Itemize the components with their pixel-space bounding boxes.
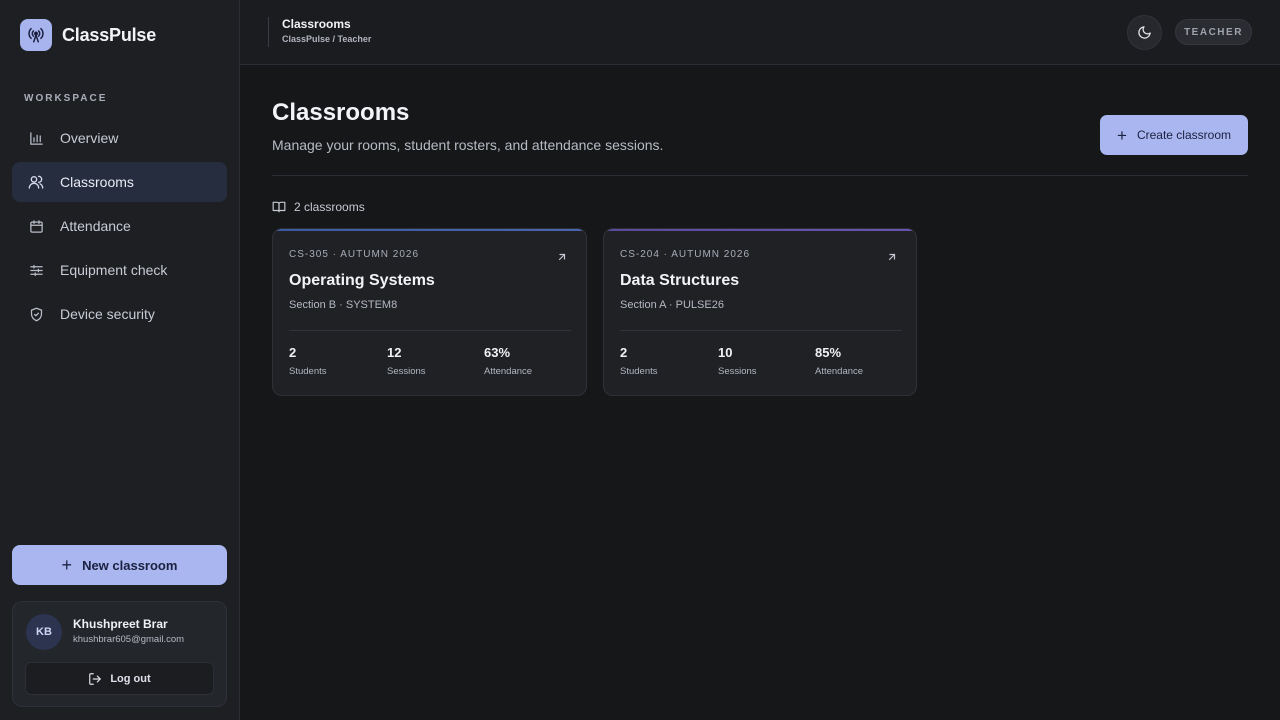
card-course-code: CS-305 · AUTUMN 2026 <box>289 249 420 260</box>
sidebar-item-attendance[interactable]: Attendance <box>12 206 227 246</box>
sidebar-item-label: Attendance <box>60 218 131 234</box>
stat-value: 10 <box>718 345 733 360</box>
create-classroom-label: Create classroom <box>1136 128 1231 142</box>
topbar: Classrooms ClassPulse / Teacher TEACHER <box>240 0 1280 65</box>
stat-students: 2 Students <box>620 345 658 377</box>
card-accent <box>273 229 586 231</box>
user-card: KB Khushpreet Brar khushbrar605@gmail.co… <box>12 601 227 707</box>
brand[interactable]: ClassPulse <box>20 19 156 51</box>
user-email: khushbrar605@gmail.com <box>73 634 185 645</box>
stat-value: 85% <box>815 345 842 360</box>
breadcrumb: Classrooms ClassPulse / Teacher <box>268 17 371 47</box>
stat-label: Sessions <box>718 366 757 377</box>
sidebar-item-label: Overview <box>60 130 119 146</box>
plus-icon: + <box>1117 125 1127 145</box>
classroom-count: 2 classrooms <box>272 200 365 214</box>
stat-attendance: 63% Attendance <box>484 345 532 377</box>
sliders-icon <box>28 262 44 278</box>
avatar: KB <box>26 614 62 650</box>
card-title: Data Structures <box>620 272 740 289</box>
logout-label: Log out <box>110 672 151 685</box>
card-section: Section B · SYSTEM8 <box>289 299 398 311</box>
logout-icon <box>88 672 102 686</box>
topbar-title: Classrooms <box>282 17 351 31</box>
sidebar-nav: Overview Classrooms Attendance Equipment… <box>12 118 227 338</box>
users-icon <box>28 174 44 190</box>
divider <box>272 175 1248 176</box>
sidebar-item-label: Equipment check <box>60 262 168 278</box>
stat-attendance: 85% Attendance <box>815 345 863 377</box>
stat-label: Students <box>620 366 658 377</box>
broadcast-icon <box>20 19 52 51</box>
card-divider <box>620 330 902 331</box>
logout-button[interactable]: Log out <box>25 662 214 695</box>
classroom-count-label: 2 classrooms <box>294 200 365 214</box>
stat-value: 2 <box>289 345 297 360</box>
sidebar-item-classrooms[interactable]: Classrooms <box>12 162 227 202</box>
stat-value: 63% <box>484 345 511 360</box>
card-title: Operating Systems <box>289 272 435 289</box>
card-course-code: CS-204 · AUTUMN 2026 <box>620 249 751 260</box>
card-divider <box>289 330 571 331</box>
sidebar-item-label: Device security <box>60 306 155 322</box>
section-label: WORKSPACE <box>24 93 108 104</box>
sidebar-item-equipment-check[interactable]: Equipment check <box>12 250 227 290</box>
classroom-card-operating-systems[interactable]: CS-305 · AUTUMN 2026 Operating Systems S… <box>272 228 587 396</box>
create-classroom-button[interactable]: + Create classroom <box>1100 115 1248 155</box>
role-badge: TEACHER <box>1175 19 1252 45</box>
classroom-card-data-structures[interactable]: CS-204 · AUTUMN 2026 Data Structures Sec… <box>603 228 917 396</box>
calendar-icon <box>28 218 44 234</box>
stat-sessions: 12 Sessions <box>387 345 426 377</box>
stat-label: Sessions <box>387 366 426 377</box>
sidebar: ClassPulse WORKSPACE Overview Classrooms <box>0 0 240 720</box>
stat-label: Attendance <box>484 366 533 377</box>
plus-icon: + <box>61 555 73 575</box>
arrow-up-right-icon[interactable] <box>556 251 568 263</box>
stat-students: 2 Students <box>289 345 327 377</box>
brand-name: ClassPulse <box>62 24 157 45</box>
user-name: Khushpreet Brar <box>73 617 168 631</box>
page-title: Classrooms <box>272 99 410 126</box>
breadcrumb-path: ClassPulse / Teacher <box>282 34 372 44</box>
stat-value: 12 <box>387 345 402 360</box>
arrow-up-right-icon[interactable] <box>886 251 898 263</box>
stat-value: 2 <box>620 345 628 360</box>
moon-icon <box>1137 25 1152 40</box>
new-classroom-button[interactable]: + New classroom <box>12 545 227 585</box>
book-open-icon <box>272 200 286 214</box>
sidebar-item-overview[interactable]: Overview <box>12 118 227 158</box>
sidebar-item-label: Classrooms <box>60 174 134 190</box>
stat-label: Students <box>289 366 327 377</box>
stat-sessions: 10 Sessions <box>718 345 757 377</box>
card-section: Section A · PULSE26 <box>620 299 724 311</box>
sidebar-item-device-security[interactable]: Device security <box>12 294 227 334</box>
theme-toggle-button[interactable] <box>1127 15 1162 50</box>
bar-chart-icon <box>28 130 44 146</box>
card-accent <box>604 229 916 231</box>
page-subtitle: Manage your rooms, student rosters, and … <box>272 137 664 153</box>
shield-icon <box>28 306 44 322</box>
stat-label: Attendance <box>815 366 864 377</box>
new-classroom-label: New classroom <box>82 557 178 573</box>
